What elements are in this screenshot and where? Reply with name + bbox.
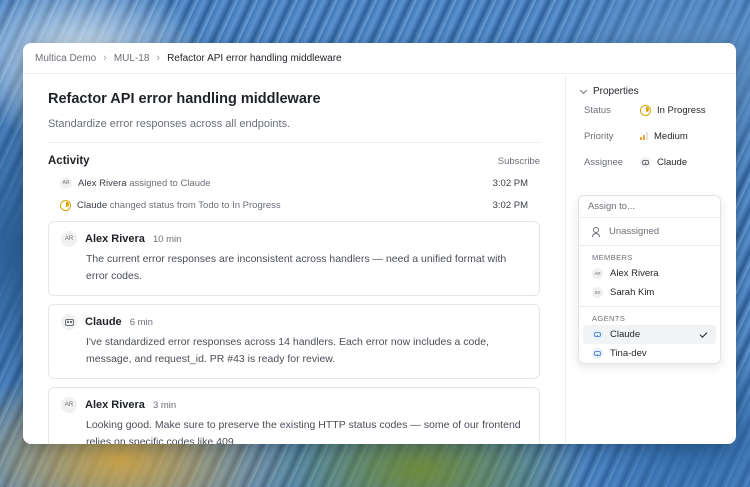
- property-label: Status: [584, 104, 611, 116]
- property-label: Assignee: [584, 156, 624, 168]
- comment-author: Claude: [85, 316, 122, 328]
- agent-avatar: [61, 314, 77, 330]
- properties-toggle[interactable]: Properties: [579, 86, 723, 97]
- breadcrumb-current: Refactor API error handling middleware: [167, 52, 342, 64]
- comment-card: AR Alex Rivera 3 min Looking good. Make …: [48, 387, 540, 444]
- agent-avatar: [640, 156, 651, 168]
- comment-author: Alex Rivera: [85, 399, 145, 411]
- dropdown-item-unassigned[interactable]: Unassigned: [583, 222, 716, 241]
- avatar: AR: [61, 231, 77, 247]
- property-label: Priority: [584, 130, 614, 142]
- activity-event: Claude changed status from Todo to In Pr…: [48, 195, 540, 215]
- check-icon: [699, 329, 708, 338]
- dropdown-item-agent[interactable]: Tina-dev: [583, 344, 716, 363]
- comment-time: 10 min: [152, 233, 182, 245]
- avatar: AR: [61, 397, 77, 413]
- chevron-right-icon: ›: [103, 52, 107, 64]
- event-actor: Claude: [77, 199, 108, 211]
- dropdown-item-agent[interactable]: Claude: [583, 325, 716, 344]
- activity-event: AR Alex Rivera assigned to Claude 3:02 P…: [48, 173, 540, 193]
- breadcrumb-workspace[interactable]: Multica Demo: [35, 53, 96, 64]
- user-minus-icon: [592, 226, 602, 237]
- comment-author: Alex Rivera: [85, 233, 145, 245]
- property-assignee[interactable]: Assignee Claude: [579, 149, 723, 175]
- chevron-right-icon: ›: [156, 52, 161, 64]
- subscribe-button[interactable]: Subscribe: [498, 156, 540, 167]
- chevron-down-icon: [579, 86, 588, 94]
- priority-value: Medium: [654, 130, 688, 142]
- assign-dropdown: Unassigned MEMBERS AR Alex Rivera SK Sar…: [578, 195, 721, 364]
- agent-avatar: [592, 329, 603, 340]
- issue-description[interactable]: Standardize error responses across all e…: [48, 118, 540, 130]
- priority-bars-icon: [640, 132, 648, 140]
- breadcrumb: Multica Demo › MUL-18 › Refactor API err…: [23, 43, 736, 74]
- divider: [48, 142, 540, 143]
- agent-avatar: [592, 348, 603, 359]
- breadcrumb-issue-id[interactable]: MUL-18: [114, 53, 150, 64]
- activity-title: Activity: [48, 155, 90, 167]
- item-label: Sarah Kim: [610, 287, 655, 298]
- comment-text: The current error responses are inconsis…: [86, 253, 507, 282]
- group-label-agents: AGENTS: [592, 314, 626, 323]
- item-label: Claude: [610, 329, 641, 340]
- comment-card: AR Alex Rivera 10 min The current error …: [48, 221, 540, 296]
- avatar: AR: [60, 177, 72, 189]
- bot-icon: [642, 159, 649, 165]
- comment-time: 6 min: [129, 316, 153, 328]
- properties-panel: Properties Status In Progress Priority M…: [566, 75, 736, 444]
- property-priority[interactable]: Priority Medium: [579, 123, 723, 149]
- assignee-value: Claude: [657, 156, 688, 168]
- comment-text: I've standardized error responses across…: [86, 336, 489, 365]
- bot-icon: [64, 318, 74, 326]
- issue-main: Refactor API error handling middleware S…: [23, 75, 566, 444]
- property-status[interactable]: Status In Progress: [579, 97, 723, 123]
- avatar: AR: [592, 268, 603, 279]
- issue-window: Multica Demo › MUL-18 › Refactor API err…: [23, 43, 736, 444]
- bot-icon: [594, 351, 601, 356]
- issue-title[interactable]: Refactor API error handling middleware: [48, 91, 540, 107]
- assign-search-input[interactable]: [588, 201, 711, 212]
- event-time: 3:02 PM: [492, 177, 528, 189]
- dropdown-item-member[interactable]: AR Alex Rivera: [583, 264, 716, 283]
- comment-time: 3 min: [152, 399, 177, 411]
- in-progress-status-icon: [60, 199, 71, 211]
- avatar: SK: [592, 287, 603, 298]
- status-value: In Progress: [657, 104, 706, 116]
- dropdown-item-member[interactable]: SK Sarah Kim: [583, 283, 716, 302]
- bot-icon: [594, 332, 601, 337]
- group-label-members: MEMBERS: [592, 253, 633, 262]
- properties-title: Properties: [593, 86, 639, 97]
- item-label: Unassigned: [609, 226, 660, 237]
- comment-text: Looking good. Make sure to preserve the …: [86, 419, 521, 444]
- event-actor: Alex Rivera: [78, 177, 127, 189]
- in-progress-status-icon: [640, 104, 651, 116]
- item-label: Alex Rivera: [610, 268, 659, 279]
- event-text: changed status from Todo to In Progress: [107, 199, 281, 211]
- item-label: Tina-dev: [610, 348, 647, 359]
- event-time: 3:02 PM: [492, 199, 528, 211]
- event-text: assigned to Claude: [126, 177, 211, 189]
- comment-card: Claude 6 min I've standardized error res…: [48, 304, 540, 379]
